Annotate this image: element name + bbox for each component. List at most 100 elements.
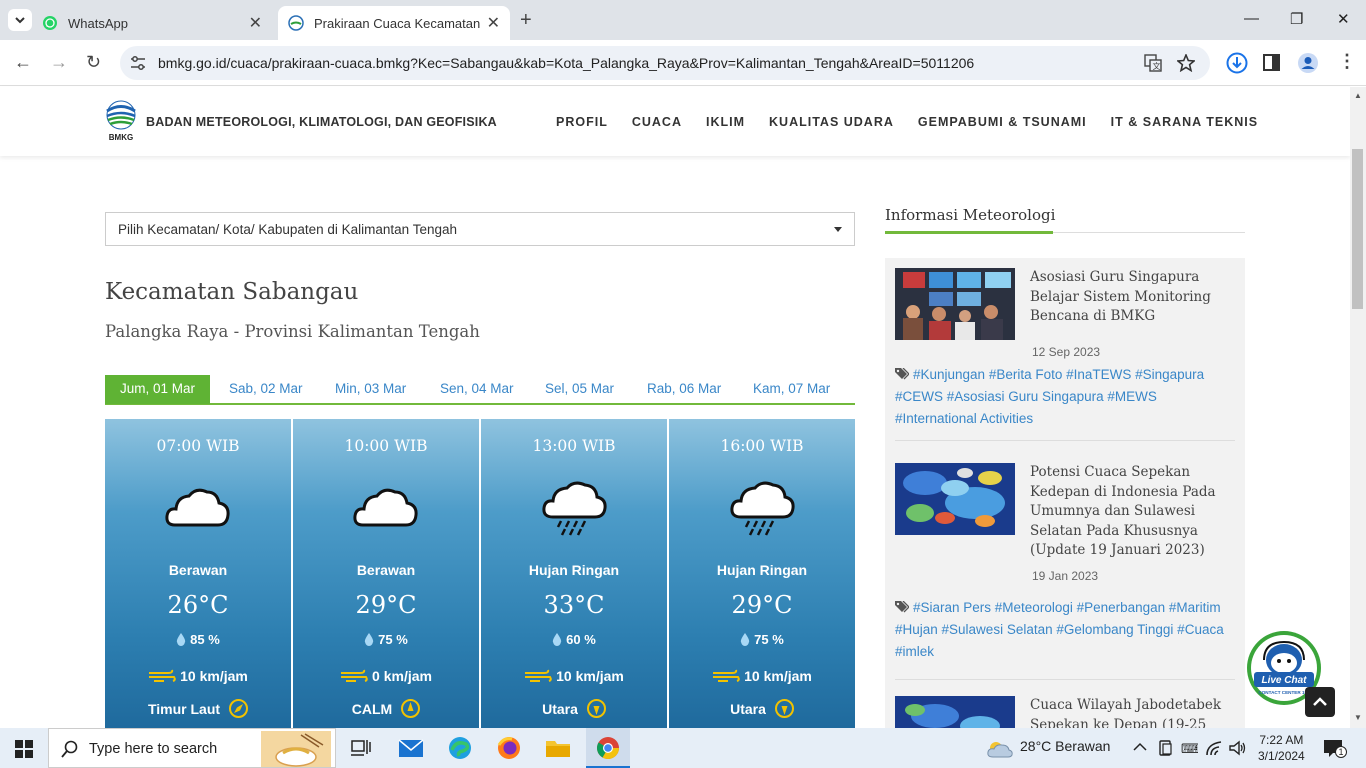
forward-icon[interactable]: → — [50, 52, 68, 73]
search-highlight-noodle-icon — [261, 731, 331, 767]
news-tags-text: #Siaran Pers #Meteorologi #Penerbangan #… — [895, 600, 1224, 659]
livechat-label: Live Chat — [1261, 675, 1307, 686]
close-window-icon[interactable]: ✕ — [1337, 10, 1350, 28]
nav-profil[interactable]: PROFIL — [556, 115, 608, 129]
windows-start-icon[interactable] — [15, 740, 33, 758]
nav-iklim[interactable]: IKLIM — [706, 115, 745, 129]
taskbar-search[interactable]: Type here to search — [48, 728, 336, 768]
taskbar: Type here to search 28°C Berawan ⌨ 7:22 … — [0, 728, 1366, 768]
tags-icon — [895, 601, 909, 613]
forecast-wind: 10 km/jam — [669, 668, 855, 684]
news-title[interactable]: Asosiasi Guru Singapura Belajar Sistem M… — [1030, 268, 1225, 327]
scrollbar-thumb[interactable] — [1352, 149, 1363, 309]
tab-day-5[interactable]: Sel, 05 Mar — [545, 375, 614, 404]
direction-value: Utara — [730, 701, 766, 717]
back-icon[interactable]: ← — [14, 52, 32, 73]
new-tab-icon[interactable]: + — [520, 9, 532, 32]
task-view-icon[interactable] — [348, 736, 374, 760]
file-explorer-icon[interactable] — [545, 736, 571, 760]
address-bar[interactable]: bmkg.go.id/cuaca/prakiraan-cuaca.bmkg?Ke… — [120, 46, 1210, 80]
forecast-temp: 29°C — [355, 591, 417, 619]
news-tags[interactable]: #Kunjungan #Berita Foto #InaTEWS #Singap… — [895, 364, 1225, 430]
tray-clock[interactable]: 7:22 AM 3/1/2024 — [1258, 732, 1305, 764]
main-nav: PROFIL CUACA IKLIM KUALITAS UDARA GEMPAB… — [556, 115, 1282, 129]
chevron-up-icon[interactable] — [1133, 742, 1147, 752]
tab-list-dropdown-icon[interactable] — [8, 9, 32, 31]
bookmark-star-icon[interactable] — [1177, 54, 1195, 72]
news-thumbnail[interactable] — [895, 696, 1015, 728]
news-title[interactable]: Cuaca Wilayah Jabodetabek Sepekan ke Dep… — [1030, 696, 1225, 728]
network-device-icon[interactable] — [1158, 739, 1174, 757]
tab-day-6[interactable]: Rab, 06 Mar — [647, 375, 721, 404]
chevron-up-icon — [1313, 697, 1327, 706]
tab-day-2[interactable]: Sab, 02 Mar — [229, 375, 303, 404]
restore-icon[interactable]: ❐ — [1290, 10, 1303, 28]
nav-cuaca[interactable]: CUACA — [632, 115, 682, 129]
site-settings-icon[interactable] — [130, 56, 146, 70]
location-select[interactable]: Pilih Kecamatan/ Kota/ Kabupaten di Kali… — [105, 212, 855, 246]
close-tab-icon[interactable]: ✕ — [249, 13, 262, 33]
edge-browser-icon[interactable] — [447, 736, 473, 760]
close-tab-icon[interactable]: ✕ — [487, 13, 500, 33]
wind-icon — [341, 669, 368, 682]
back-to-top-button[interactable] — [1305, 687, 1335, 717]
tab-day-7[interactable]: Kam, 07 Mar — [753, 375, 830, 404]
nav-it-sarana[interactable]: IT & SARANA TEKNIS — [1111, 115, 1258, 129]
profile-avatar-icon[interactable] — [1297, 52, 1319, 74]
chrome-icon — [597, 737, 619, 759]
forecast-direction: Utara — [481, 699, 667, 718]
scroll-down-icon[interactable]: ▼ — [1354, 713, 1362, 722]
divider — [895, 679, 1235, 680]
bmkg-icon — [288, 15, 304, 31]
mail-icon[interactable] — [398, 736, 424, 760]
firefox-icon[interactable] — [496, 736, 522, 760]
tab-whatsapp[interactable]: WhatsApp ✕ — [32, 6, 272, 40]
news-thumbnail[interactable] — [895, 268, 1015, 340]
reload-icon[interactable]: ↻ — [86, 52, 101, 73]
humidity-value: 75 % — [754, 632, 784, 647]
nav-kualitas-udara[interactable]: KUALITAS UDARA — [769, 115, 894, 129]
wind-value: 0 km/jam — [372, 668, 432, 684]
forecast-humidity: 75 % — [669, 632, 855, 647]
page-subtitle: Palangka Raya - Provinsi Kalimantan Teng… — [105, 322, 480, 341]
tab-day-1[interactable]: Jum, 01 Mar — [105, 375, 211, 404]
side-panel-icon[interactable] — [1263, 54, 1281, 72]
direction-value: Timur Laut — [147, 701, 221, 717]
forecast-wind: 10 km/jam — [105, 668, 291, 684]
news-thumbnail[interactable] — [895, 463, 1015, 535]
weather-cloud-icon[interactable] — [986, 740, 1014, 758]
clock-time: 7:22 AM — [1259, 733, 1304, 747]
wind-direction-compass-icon — [401, 699, 421, 718]
taskbar-chrome-active[interactable] — [586, 728, 630, 768]
page-scrollbar[interactable]: ▲ ▼ — [1350, 87, 1366, 728]
news-title[interactable]: Potensi Cuaca Sepekan Kedepan di Indones… — [1030, 463, 1225, 561]
language-ime-icon[interactable]: ⌨ — [1180, 739, 1198, 757]
org-name: BADAN METEOROLOGI, KLIMATOLOGI, DAN GEOF… — [146, 115, 497, 129]
tab-bmkg[interactable]: Prakiraan Cuaca Kecamatan Sab ✕ — [278, 6, 510, 40]
tab-day-3[interactable]: Min, 03 Mar — [335, 375, 406, 404]
tray-weather-text[interactable]: 28°C Berawan — [1020, 738, 1110, 754]
humidity-drop-icon — [177, 633, 186, 646]
news-tags[interactable]: #Siaran Pers #Meteorologi #Penerbangan #… — [895, 597, 1225, 663]
humidity-value: 60 % — [566, 632, 596, 647]
clock-date: 3/1/2024 — [1258, 749, 1305, 763]
site-header: BMKG BADAN METEOROLOGI, KLIMATOLOGI, DAN… — [0, 87, 1350, 156]
bmkg-logo[interactable]: BMKG — [105, 100, 137, 142]
humidity-value: 85 % — [190, 632, 220, 647]
nav-gempabumi[interactable]: GEMPABUMI & TSUNAMI — [918, 115, 1087, 129]
browser-tab-bar: WhatsApp ✕ Prakiraan Cuaca Kecamatan Sab… — [0, 0, 1366, 40]
volume-icon[interactable] — [1228, 739, 1246, 757]
url-text: bmkg.go.id/cuaca/prakiraan-cuaca.bmkg?Ke… — [158, 55, 975, 71]
tab-day-4[interactable]: Sen, 04 Mar — [440, 375, 514, 404]
scroll-up-icon[interactable]: ▲ — [1354, 91, 1362, 100]
tab-title: WhatsApp — [68, 15, 128, 31]
whatsapp-icon — [43, 16, 57, 30]
notification-center-icon[interactable]: 1 — [1323, 738, 1347, 758]
download-icon[interactable] — [1226, 52, 1248, 74]
chevron-down-icon — [834, 227, 842, 232]
wifi-icon[interactable] — [1205, 740, 1223, 756]
logo-text: BMKG — [109, 133, 133, 142]
menu-kebab-icon[interactable]: ⋮ — [1338, 51, 1356, 72]
translate-icon[interactable]: 文 — [1144, 54, 1162, 72]
minimize-icon[interactable]: — — [1244, 10, 1259, 27]
